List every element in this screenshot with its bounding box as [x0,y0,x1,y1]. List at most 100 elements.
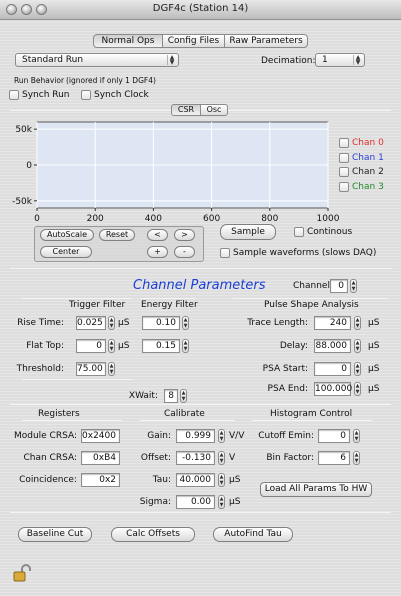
delay-field[interactable]: 88.000 [314,339,351,353]
decimation-popup[interactable]: 1 ▲ ▼ [315,53,365,67]
xwait-field[interactable]: 8 [164,389,178,403]
popup-arrows-icon: ▲ ▼ [353,55,362,66]
divider [22,420,122,421]
delay-label: Delay: [279,341,308,351]
decimation-label: Decimation: [261,56,316,66]
rise-time-trigger-field[interactable]: 0.025 [76,316,106,330]
flat-top-trigger-field[interactable]: 0 [76,339,106,353]
divider [140,298,195,299]
channel-field[interactable]: 0 [330,279,348,293]
psa-start-stepper[interactable]: ▲ ▼ [354,362,361,376]
load-all-params-button[interactable]: Load All Params To HW [260,482,372,497]
sigma-unit: µS [229,497,241,507]
sample-button[interactable]: Sample [220,224,276,240]
channel-label: Channel: [293,281,333,291]
x-tick-label: 600 [203,214,220,222]
coincidence-field[interactable]: 0x2 [81,473,120,487]
module-csra-field[interactable]: 0x2400 [81,429,120,443]
legend-checkbox-chan-3[interactable] [339,181,349,192]
title-bar: DGF4c (Station 14) [0,0,401,20]
legend-label: Chan 3 [352,181,384,192]
tau-label: Tau: [152,475,171,485]
gain-field[interactable]: 0.999 [176,429,215,443]
decimation-value: 1 [322,55,328,65]
tab-osc[interactable]: Osc [200,104,228,116]
rise-time-label: Rise Time: [17,318,64,328]
psa-end-field[interactable]: 100.000 [314,382,352,396]
rise-time-trigger-stepper[interactable]: ▲ ▼ [108,316,115,330]
tab-config-files[interactable]: Config Files [162,34,225,48]
tab-csr[interactable]: CSR [171,104,201,116]
sigma-stepper[interactable]: ▲ ▼ [218,495,225,509]
bin-factor-field[interactable]: 6 [318,451,350,465]
trace-length-label: Trace Length: [247,318,308,328]
lock-icon[interactable] [12,563,32,583]
run-behavior-note: (ignored if only 1 DGF4) [66,76,156,85]
offset-unit: V [229,453,236,463]
sample-waveforms-checkbox[interactable] [220,248,230,258]
tab-raw-parameters[interactable]: Raw Parameters [224,34,308,48]
legend-checkbox-chan-2[interactable] [339,167,349,177]
autoscale-button[interactable]: AutoScale [40,229,94,241]
gain-stepper[interactable]: ▲ ▼ [218,429,225,443]
divider [10,512,391,513]
divider [22,379,132,380]
threshold-stepper[interactable]: ▲ ▼ [108,362,115,376]
rise-time-energy-field[interactable]: 0.10 [142,316,180,330]
autofind-tau-button[interactable]: AutoFind Tau [213,527,293,542]
trace-length-field[interactable]: 240 [314,316,351,330]
window-title: DGF4c (Station 14) [152,3,249,14]
offset-field[interactable]: -0.130 [176,451,215,465]
rise-time-energy-stepper[interactable]: ▲ ▼ [182,316,189,330]
flat-top-energy-field[interactable]: 0.15 [142,339,180,353]
pan-left-button[interactable]: < [147,229,168,241]
gain-label: Gain: [147,431,171,441]
chan-csra-field[interactable]: 0xB4 [81,451,120,465]
legend-checkbox-chan-0[interactable] [339,138,349,148]
histogram-control-heading: Histogram Control [270,409,353,419]
delay-stepper[interactable]: ▲ ▼ [354,339,361,353]
xwait-stepper[interactable]: ▲ ▼ [180,389,187,403]
unit-label: µS [118,318,130,328]
psa-start-field[interactable]: 0 [314,362,351,376]
calc-offsets-button[interactable]: Calc Offsets [111,527,195,542]
bin-factor-stepper[interactable]: ▲ ▼ [353,451,360,465]
legend-label: Chan 2 [352,167,384,177]
tau-stepper[interactable]: ▲ ▼ [218,473,225,487]
coincidence-label: Coincidence: [19,475,77,485]
cutoff-emin-stepper[interactable]: ▲ ▼ [353,429,360,443]
sigma-field: 0.00 [176,495,215,509]
tau-unit: µS [229,475,241,485]
psa-end-stepper[interactable]: ▲ ▼ [354,382,361,396]
zoom-out-button[interactable]: - [174,246,195,258]
legend-checkbox-chan-1[interactable] [339,152,349,163]
psa-start-label: PSA Start: [262,364,308,374]
cutoff-emin-field[interactable]: 0 [318,429,350,443]
center-button[interactable]: Center [40,246,92,258]
x-tick-label: 200 [87,214,104,222]
flat-top-energy-stepper[interactable]: ▲ ▼ [182,339,189,353]
run-type-popup[interactable]: Standard Run ▲ ▼ [15,53,179,67]
divider [252,420,372,421]
continuous-checkbox[interactable] [294,227,304,237]
threshold-field[interactable]: 75.00 [76,362,106,376]
divider [10,404,391,405]
main-window: DGF4c (Station 14) Normal Ops Config Fil… [0,0,401,596]
unit-label: µS [368,318,380,328]
synch-clock-checkbox[interactable] [81,90,91,100]
zoom-in-button[interactable]: + [147,246,168,258]
unit-label: µS [118,341,130,351]
channel-parameters-heading: Channel Parameters [133,278,266,293]
xwait-label: XWait: [128,391,158,401]
trace-length-stepper[interactable]: ▲ ▼ [354,316,361,330]
channel-stepper[interactable]: ▲ ▼ [350,279,357,293]
baseline-cut-button[interactable]: Baseline Cut [18,527,92,542]
tab-normal-ops[interactable]: Normal Ops [93,34,163,48]
offset-stepper[interactable]: ▲ ▼ [218,451,225,465]
flat-top-trigger-stepper[interactable]: ▲ ▼ [108,339,115,353]
registers-heading: Registers [38,409,80,419]
reset-button[interactable]: Reset [99,229,135,241]
pan-right-button[interactable]: > [174,229,195,241]
synch-run-checkbox[interactable] [9,90,19,100]
tau-field[interactable]: 40.000 [176,473,215,487]
